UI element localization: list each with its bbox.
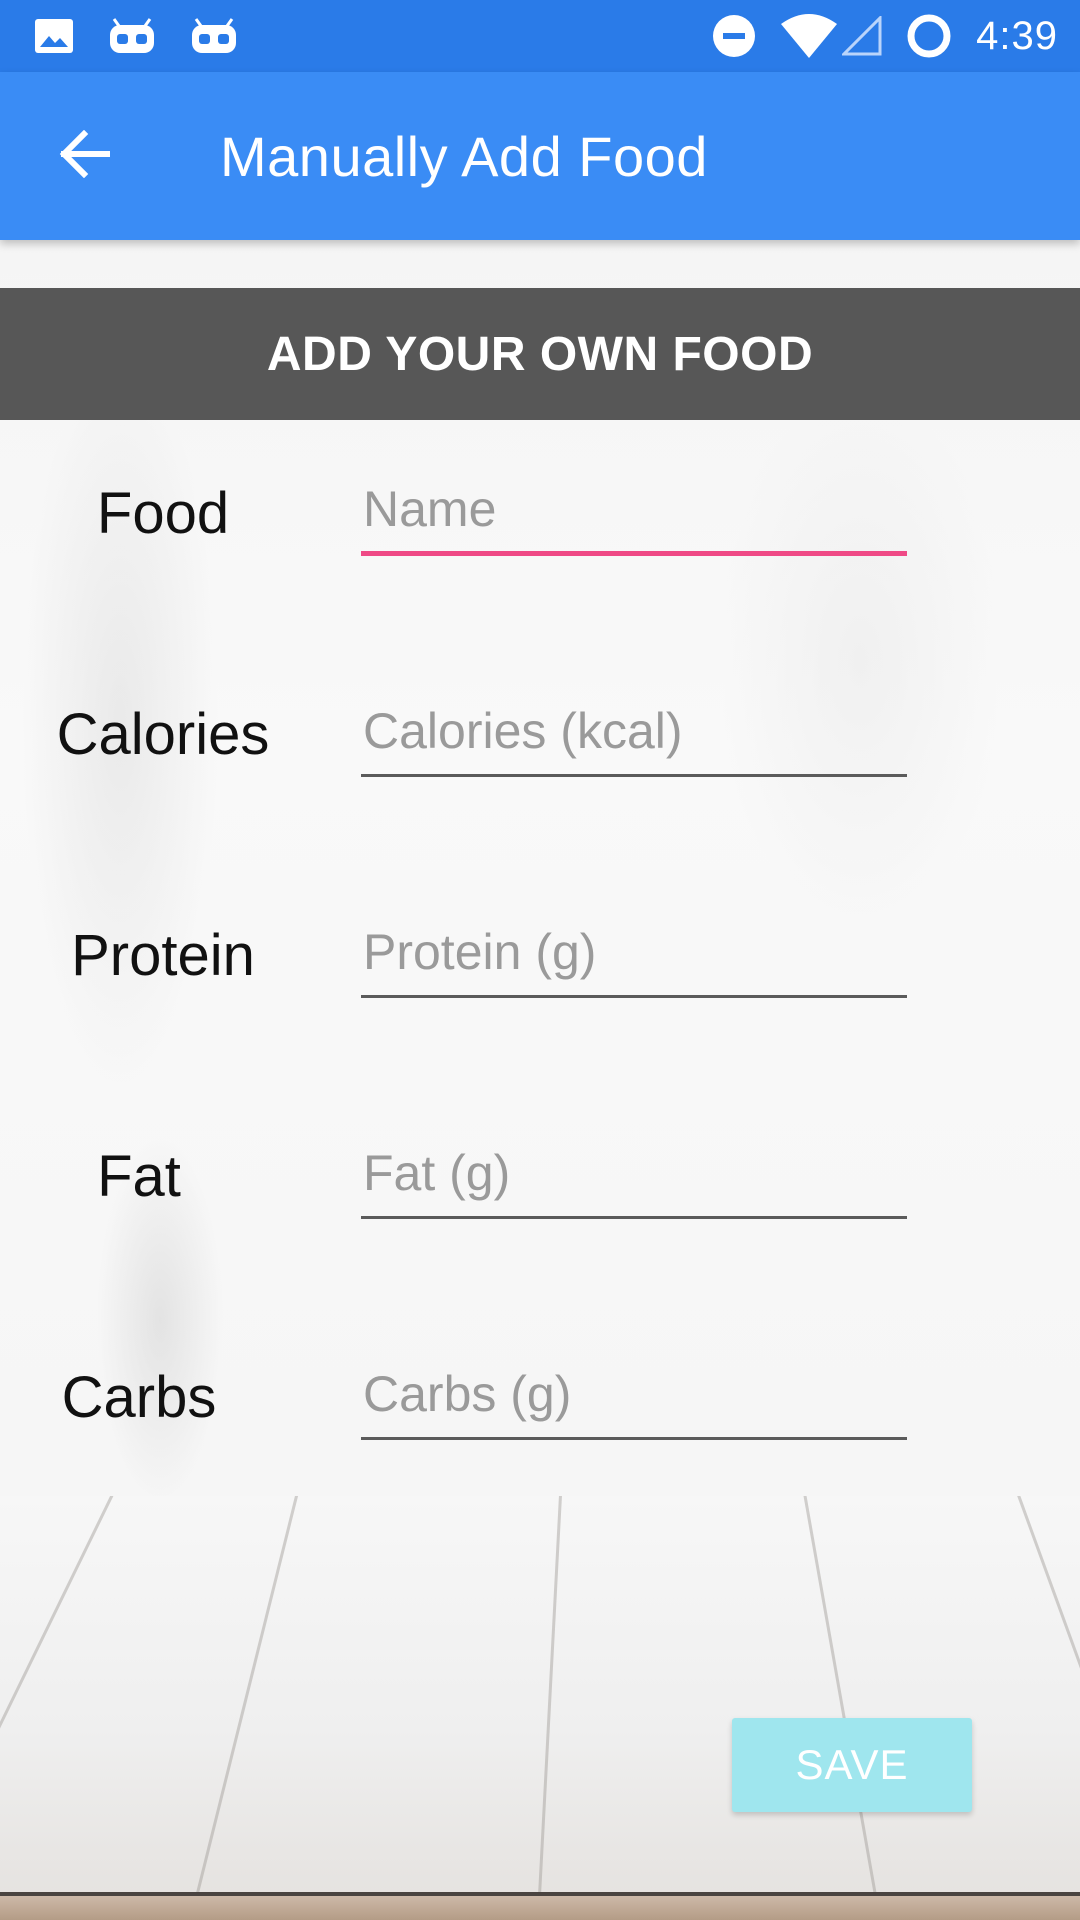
carbs-label: Carbs	[61, 1364, 217, 1430]
background-wood-floor	[0, 1496, 1080, 1920]
page-title: Manually Add Food	[220, 124, 708, 188]
cell-signal-icon	[842, 16, 882, 56]
back-button[interactable]	[36, 108, 132, 204]
carbs-input[interactable]	[361, 1356, 907, 1440]
sync-circle-icon	[906, 13, 952, 59]
section-header: ADD YOUR OWN FOOD	[0, 288, 1080, 420]
wifi-icon	[780, 14, 838, 58]
food-row: Food	[0, 472, 1080, 592]
calories-input[interactable]	[361, 693, 907, 777]
fat-input[interactable]	[361, 1135, 907, 1219]
floor-bottom	[0, 1896, 1080, 1920]
status-bar: 4:39	[0, 0, 1080, 72]
food-name-input[interactable]	[361, 472, 907, 556]
protein-label: Protein	[71, 922, 255, 988]
app-bar: Manually Add Food	[0, 72, 1080, 240]
image-icon	[34, 18, 74, 54]
android-icon	[108, 17, 156, 55]
carbs-row: Carbs	[0, 1356, 1080, 1476]
protein-input[interactable]	[361, 914, 907, 998]
status-time: 4:39	[976, 13, 1058, 58]
do-not-disturb-icon	[712, 14, 756, 58]
food-label: Food	[96, 480, 230, 546]
arrow-back-icon	[58, 129, 111, 183]
fat-label: Fat	[97, 1143, 181, 1209]
calories-row: Calories	[0, 693, 1080, 813]
protein-row: Protein	[0, 914, 1080, 1034]
fat-row: Fat	[0, 1135, 1080, 1255]
background-image-upper	[0, 240, 1080, 1496]
android-icon	[190, 17, 238, 55]
calories-label: Calories	[56, 701, 270, 767]
save-button[interactable]: SAVE	[732, 1718, 972, 1812]
